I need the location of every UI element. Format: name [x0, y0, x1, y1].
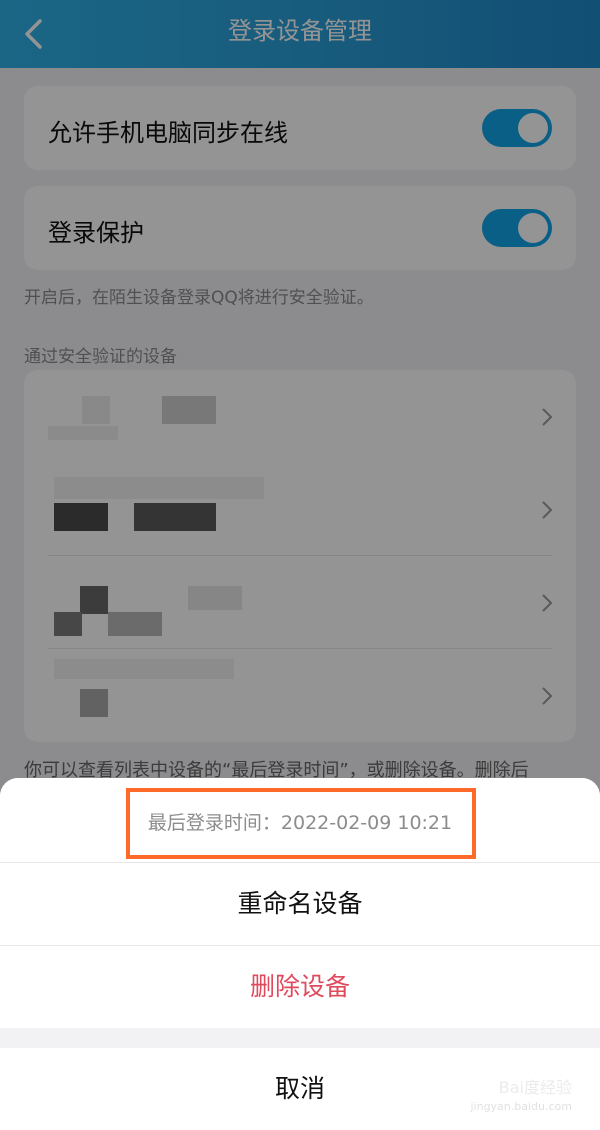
highlight-box [126, 788, 476, 859]
watermark-url: jingyan.baidu.com [470, 1100, 572, 1113]
delete-device-button[interactable]: 删除设备 [0, 946, 600, 1028]
watermark-brand: Bai度经验 [498, 1078, 572, 1097]
rename-device-button[interactable]: 重命名设备 [0, 863, 600, 945]
watermark: Bai度经验 jingyan.baidu.com [470, 1074, 572, 1113]
